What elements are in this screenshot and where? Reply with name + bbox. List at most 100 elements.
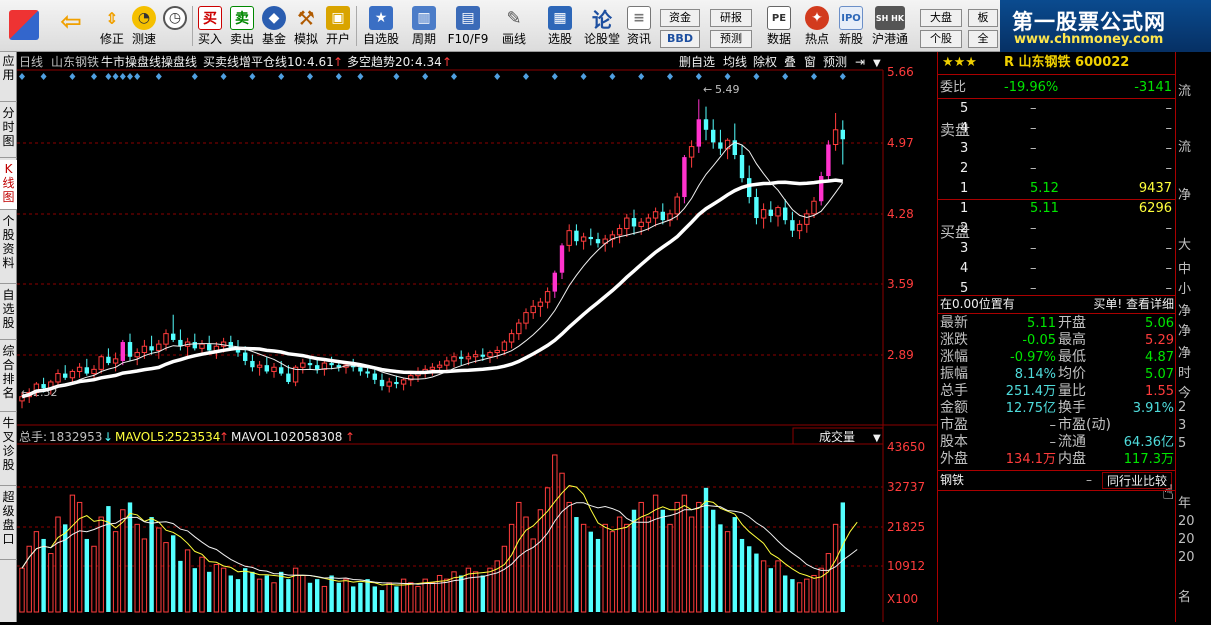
volume-bar bbox=[580, 523, 587, 613]
toolbar-sim-button[interactable]: ⚒ 模拟 bbox=[292, 2, 320, 50]
yanbao-button[interactable]: 研报 bbox=[710, 9, 752, 27]
stat-value: 5.29 bbox=[1145, 333, 1174, 348]
signal-diamond bbox=[249, 73, 256, 80]
toolbar-hk-button[interactable]: SH HK 沪港通 bbox=[870, 2, 910, 50]
signal-diamond bbox=[40, 73, 47, 80]
volume-bar bbox=[480, 575, 485, 612]
toolbar-buy-button[interactable]: 买 买入 bbox=[196, 2, 224, 50]
mavol10-value: 2058308 bbox=[289, 430, 342, 444]
toolbar-discuss-button[interactable]: 论 论股堂 bbox=[582, 2, 622, 50]
candle-body bbox=[703, 119, 709, 130]
clipped-panel-text: 20 bbox=[1178, 532, 1195, 547]
buy-level-row: 3 – – bbox=[938, 240, 1176, 257]
ma-toggle-button[interactable]: 均线 bbox=[723, 55, 747, 69]
buy-level-row: 2 – – bbox=[938, 220, 1176, 237]
signal-diamond bbox=[220, 73, 227, 80]
volume-bar bbox=[760, 560, 767, 613]
tab-ranking[interactable]: 综合排名 bbox=[0, 342, 17, 412]
volume-bar bbox=[631, 509, 637, 612]
volume-bar bbox=[566, 501, 572, 613]
order-alert-row[interactable]: 在0.00位置有 买单! 查看详细 bbox=[938, 296, 1176, 313]
tab-diagnose[interactable]: 牛叉诊股 bbox=[0, 414, 17, 486]
toolbar-clock-button[interactable]: ◷ bbox=[160, 2, 190, 50]
candle-body bbox=[682, 157, 687, 198]
candle-body bbox=[192, 342, 197, 349]
zijin-button[interactable]: 资金 bbox=[660, 9, 700, 27]
volume-bar bbox=[718, 524, 723, 612]
volume-bar bbox=[537, 509, 544, 613]
toolbar-hot-button[interactable]: ✦ 热点 bbox=[800, 2, 834, 50]
toolbar-fix-button[interactable]: ⇕ 修正 bbox=[96, 2, 128, 50]
candle-body bbox=[372, 373, 377, 380]
candle-body bbox=[537, 301, 544, 307]
window-button[interactable]: 窗 bbox=[804, 55, 816, 69]
toolbar-fund-button[interactable]: ◆ 基金 bbox=[260, 2, 288, 50]
clipped-panel-text: 小 bbox=[1178, 282, 1192, 297]
volume-bar bbox=[55, 516, 61, 613]
volume-bar bbox=[91, 545, 97, 613]
signal-diamond bbox=[278, 73, 285, 80]
toolbar-ipo-button[interactable]: IPO 新股 bbox=[836, 2, 866, 50]
dapan-button[interactable]: 大盘 bbox=[920, 9, 962, 27]
stat-label: 涨跌 bbox=[940, 332, 968, 348]
tab-apps[interactable]: 应用 bbox=[0, 52, 17, 102]
volume-bar bbox=[207, 571, 212, 612]
forecast-button[interactable]: 预测 bbox=[823, 55, 847, 69]
draw-line-icon: ✎ bbox=[506, 7, 522, 29]
volume-bar bbox=[149, 517, 154, 612]
view-detail-link[interactable]: 买单! 查看详细 bbox=[1093, 296, 1174, 313]
speed-icon: ◔ bbox=[132, 6, 156, 30]
tab-watchlist[interactable]: 自选股 bbox=[0, 286, 17, 340]
sell-level-number: 3 bbox=[960, 141, 969, 156]
toolbar-watchlist-button[interactable]: ★ 自选股 bbox=[360, 2, 402, 50]
remove-watchlist-button[interactable]: 删自选 bbox=[679, 55, 715, 69]
kline-chart-svg[interactable]: 日线 山东钢铁 牛市操盘线操盘线 买卖线增平仓线10: 4.61 ↑ 多空趋势2… bbox=[17, 52, 937, 622]
bbd-button[interactable]: BBD bbox=[660, 30, 700, 48]
tab-intraday[interactable]: 分时图 bbox=[0, 104, 17, 158]
volume-bar bbox=[775, 560, 781, 613]
candle-body bbox=[688, 146, 695, 158]
toolbar-screen-button[interactable]: ▦ 选股 bbox=[540, 2, 580, 50]
exit-panel-icon[interactable]: ⇥ bbox=[855, 55, 865, 69]
overlay-button[interactable]: 叠 bbox=[784, 55, 796, 69]
candle-body bbox=[783, 207, 788, 221]
signal-diamond bbox=[667, 73, 673, 80]
chevron-down-icon[interactable]: ▼ bbox=[873, 433, 881, 444]
toolbar-period-button[interactable]: ▥ 周期 bbox=[404, 2, 444, 50]
exright-button[interactable]: 除权 bbox=[753, 54, 777, 69]
toolbar-sell-button[interactable]: 卖 卖出 bbox=[228, 2, 256, 50]
gavel-icon: ⚒ bbox=[297, 6, 315, 30]
toolbar-f10-button[interactable]: ▤ F10/F9 bbox=[446, 2, 490, 50]
tab-kline[interactable]: K线图 bbox=[0, 160, 17, 210]
volume-bar bbox=[307, 582, 313, 612]
yuce-button[interactable]: 预测 bbox=[710, 30, 752, 48]
volume-bar bbox=[192, 568, 197, 612]
signal-diamond bbox=[357, 73, 364, 80]
toolbar-data-button[interactable]: PE 数据 bbox=[760, 2, 798, 50]
toolbar-draw-button[interactable]: ✎ 画线 bbox=[494, 2, 534, 50]
ban-button[interactable]: 板 bbox=[968, 9, 998, 27]
kline-chart-area[interactable]: 日线 山东钢铁 牛市操盘线操盘线 买卖线增平仓线10: 4.61 ↑ 多空趋势2… bbox=[17, 52, 937, 622]
weibi-label: 委比 bbox=[940, 80, 967, 95]
volume-bar bbox=[134, 523, 140, 613]
stat-value: 251.4万 bbox=[1005, 384, 1056, 399]
volume-bars bbox=[19, 454, 845, 613]
back-arrow-icon: ⇦ bbox=[60, 7, 82, 37]
toolbar-speed-button[interactable]: ◔ 测速 bbox=[128, 2, 160, 50]
toolbar-hk-label: 沪港通 bbox=[871, 32, 908, 46]
candle-body bbox=[149, 346, 154, 351]
quan-button[interactable]: 全 bbox=[968, 30, 998, 48]
back-button[interactable]: ⇦ bbox=[52, 2, 90, 50]
signal-diamond bbox=[105, 73, 112, 80]
gegu-button[interactable]: 个股 bbox=[920, 30, 962, 48]
toolbar-open-account-button[interactable]: ▣ 开户 bbox=[324, 2, 352, 50]
toolbar-news-button[interactable]: ≡ 资讯 bbox=[624, 2, 654, 50]
mavol10-line bbox=[21, 502, 858, 585]
app-menu-button[interactable] bbox=[4, 2, 44, 50]
tab-super-quote[interactable]: 超级盘口 bbox=[0, 488, 17, 560]
buy-level-price: – bbox=[1030, 261, 1037, 276]
clipped-panel-text: 时 bbox=[1178, 366, 1192, 381]
chevron-down-icon[interactable]: ▼ bbox=[873, 58, 881, 69]
sell-level-row: 3 – – bbox=[938, 140, 1176, 157]
tab-stock-info[interactable]: 个股资料 bbox=[0, 212, 17, 284]
